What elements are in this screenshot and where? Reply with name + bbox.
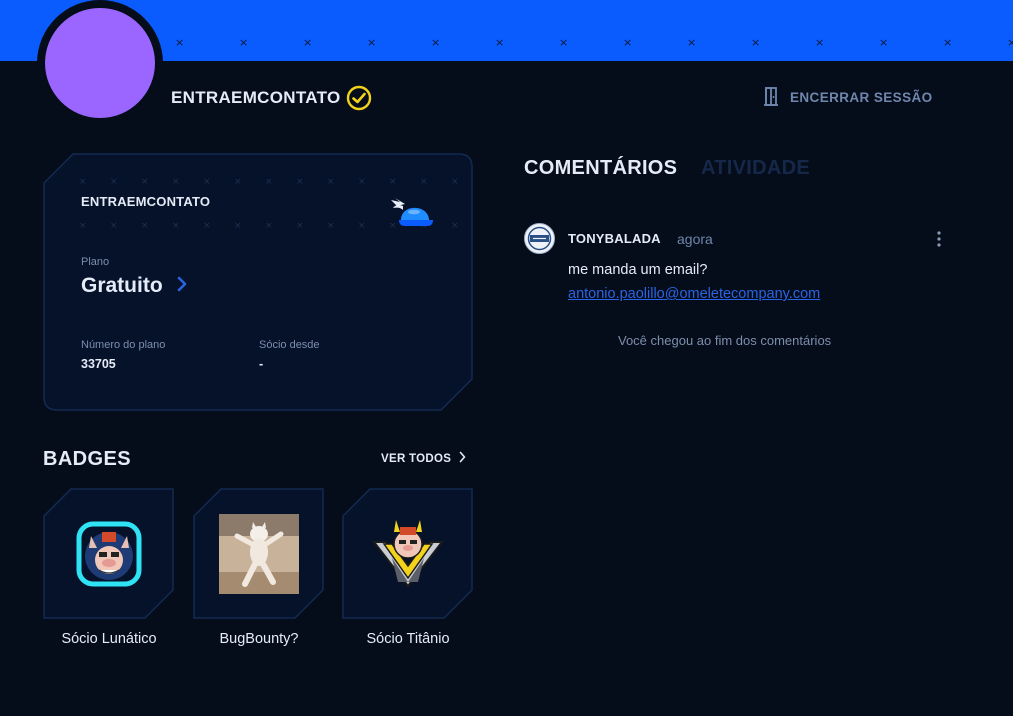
pattern-x: × bbox=[234, 177, 242, 187]
titanium-pig-badge-icon bbox=[368, 514, 448, 594]
profile-username: ENTRAEMCONTATO bbox=[171, 88, 341, 107]
pattern-x: × bbox=[172, 177, 180, 187]
comment-author-avatar[interactable] bbox=[524, 223, 555, 254]
pattern-x: × bbox=[879, 36, 889, 49]
pattern-x: × bbox=[234, 221, 242, 231]
tab-comments[interactable]: COMENTÁRIOS bbox=[524, 157, 677, 180]
pattern-x: × bbox=[943, 36, 953, 49]
pattern-x: × bbox=[79, 177, 87, 187]
door-icon bbox=[762, 86, 780, 109]
pattern-x: × bbox=[110, 221, 118, 231]
pattern-x: × bbox=[389, 177, 397, 187]
pattern-x: × bbox=[815, 36, 825, 49]
winged-helmet-icon bbox=[389, 198, 435, 237]
dancing-cat-photo bbox=[219, 514, 299, 594]
badge-name-titanium: Sócio Titânio bbox=[366, 631, 450, 647]
badge-name-lunatic: Sócio Lunático bbox=[61, 631, 157, 647]
comment-text: me manda um email? bbox=[568, 262, 708, 278]
more-options-icon[interactable] bbox=[934, 230, 944, 248]
card-username: ENTRAEMCONTATO bbox=[81, 194, 211, 209]
plan-link[interactable]: Gratuito bbox=[81, 274, 187, 298]
member-since-label: Sócio desde bbox=[259, 339, 320, 351]
tab-activity[interactable]: ATIVIDADE bbox=[701, 157, 810, 180]
pattern-x: × bbox=[1007, 36, 1013, 49]
pattern-x: × bbox=[303, 36, 313, 49]
verified-check-icon bbox=[346, 85, 372, 111]
plan-number-label: Número do plano bbox=[81, 339, 166, 351]
pattern-x: × bbox=[358, 221, 366, 231]
plan-label: Plano bbox=[81, 256, 110, 268]
chevron-right-icon bbox=[177, 276, 187, 297]
pattern-x: × bbox=[420, 177, 428, 187]
pattern-x: × bbox=[141, 221, 149, 231]
pattern-x: × bbox=[239, 36, 249, 49]
pattern-x: × bbox=[687, 36, 697, 49]
pattern-x: × bbox=[327, 177, 335, 187]
badge-name-bugbounty: BugBounty? bbox=[219, 631, 299, 647]
see-all-label: VER TODOS bbox=[381, 452, 452, 465]
see-all-badges-link[interactable]: VER TODOS bbox=[381, 451, 466, 466]
pattern-x: × bbox=[265, 177, 273, 187]
pattern-x: × bbox=[141, 177, 149, 187]
pattern-x: × bbox=[296, 177, 304, 187]
comment-email-link[interactable]: antonio.paolillo@omeletecompany.com bbox=[568, 286, 820, 302]
pattern-x: × bbox=[431, 36, 441, 49]
pattern-x: × bbox=[451, 177, 459, 187]
comment-time: agora bbox=[677, 231, 713, 247]
badges-title: BADGES bbox=[43, 448, 131, 470]
logout-label: ENCERRAR SESSÃO bbox=[790, 90, 933, 105]
pattern-x: × bbox=[296, 221, 304, 231]
pattern-x: × bbox=[623, 36, 633, 49]
comment-author[interactable]: TONYBALADA bbox=[568, 231, 661, 246]
comment-item: TONYBALADA agora me manda um email? anto… bbox=[524, 222, 954, 312]
pattern-x: × bbox=[203, 177, 211, 187]
badge-card-titanium[interactable] bbox=[342, 488, 474, 619]
member-since-value: - bbox=[259, 357, 264, 371]
pattern-x: × bbox=[172, 221, 180, 231]
profile-name-row: ENTRAEMCONTATO bbox=[171, 85, 372, 111]
pattern-x: × bbox=[265, 221, 273, 231]
pattern-x: × bbox=[110, 177, 118, 187]
pattern-x: × bbox=[751, 36, 761, 49]
pattern-x: × bbox=[79, 221, 87, 231]
pattern-x: × bbox=[358, 177, 366, 187]
badge-card-bugbounty[interactable] bbox=[193, 488, 325, 619]
chevron-right-icon bbox=[459, 451, 466, 466]
pattern-x: × bbox=[203, 221, 211, 231]
pattern-x: × bbox=[175, 36, 185, 49]
pattern-x: × bbox=[327, 221, 335, 231]
pattern-x: × bbox=[451, 221, 459, 231]
comments-end-note: Você chegou ao fim dos comentários bbox=[618, 333, 832, 348]
plan-number-value: 33705 bbox=[81, 357, 116, 371]
avatar[interactable] bbox=[45, 8, 155, 118]
pattern-x: × bbox=[495, 36, 505, 49]
plan-value: Gratuito bbox=[81, 274, 163, 297]
logout-button[interactable]: ENCERRAR SESSÃO bbox=[762, 86, 933, 109]
pattern-x: × bbox=[559, 36, 569, 49]
plan-card: ×××××××××××××××××××××××××× ENTRAEMCONTAT… bbox=[43, 153, 473, 411]
badge-card-lunatic[interactable] bbox=[43, 488, 175, 619]
lunatic-pig-badge-icon bbox=[69, 514, 149, 594]
pattern-x: × bbox=[367, 36, 377, 49]
